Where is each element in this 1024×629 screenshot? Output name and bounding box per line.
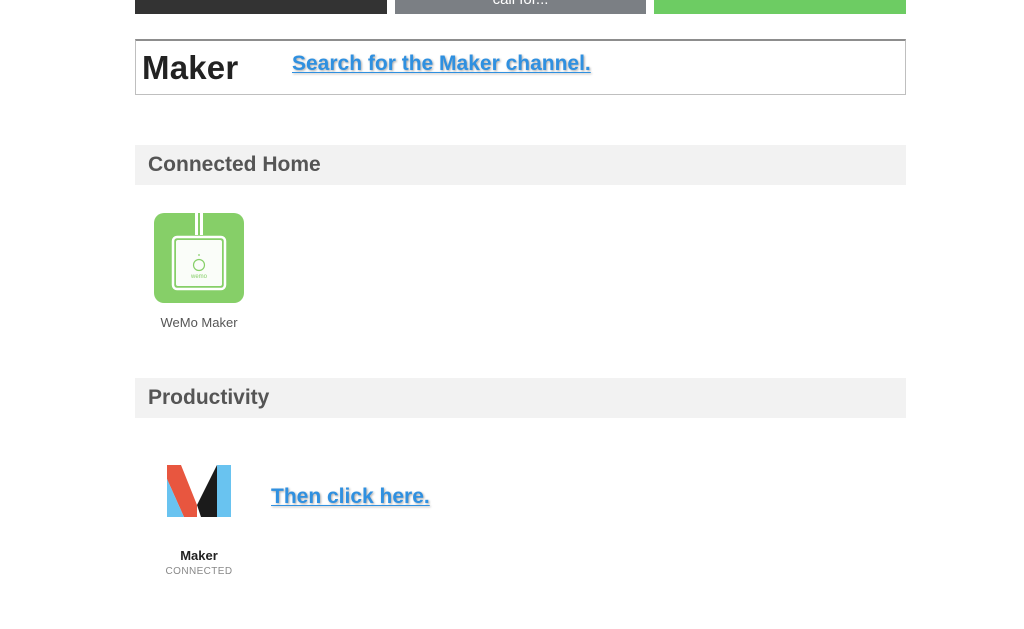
channel-label-wemo-maker: WeMo Maker xyxy=(160,315,238,330)
channel-tile-maker[interactable]: Maker CONNECTED xyxy=(154,450,244,577)
wemo-icon-text: wemo xyxy=(190,274,208,280)
wemo-maker-icon[interactable]: wemo xyxy=(154,213,244,303)
channel-label-maker: Maker xyxy=(180,548,218,563)
section-title: Productivity xyxy=(148,386,270,409)
channel-status-badge: CONNECTED xyxy=(165,566,233,577)
top-tab-gray-label: call for... xyxy=(395,0,646,8)
section-header-productivity: Productivity xyxy=(135,378,906,418)
top-tab-green[interactable] xyxy=(654,0,906,14)
channel-tile-wemo-maker[interactable]: wemo WeMo Maker xyxy=(154,213,244,330)
section-header-connected-home: Connected Home xyxy=(135,145,906,185)
maker-logo-icon[interactable] xyxy=(154,450,244,530)
search-instruction-annotation: Search for the Maker channel. xyxy=(292,52,591,75)
section-title: Connected Home xyxy=(148,153,321,176)
search-input-value: Maker xyxy=(142,49,239,86)
top-tab-gray[interactable]: call for... xyxy=(395,0,646,14)
click-instruction-annotation: Then click here. xyxy=(271,485,430,508)
top-tab-dark[interactable] xyxy=(135,0,387,14)
